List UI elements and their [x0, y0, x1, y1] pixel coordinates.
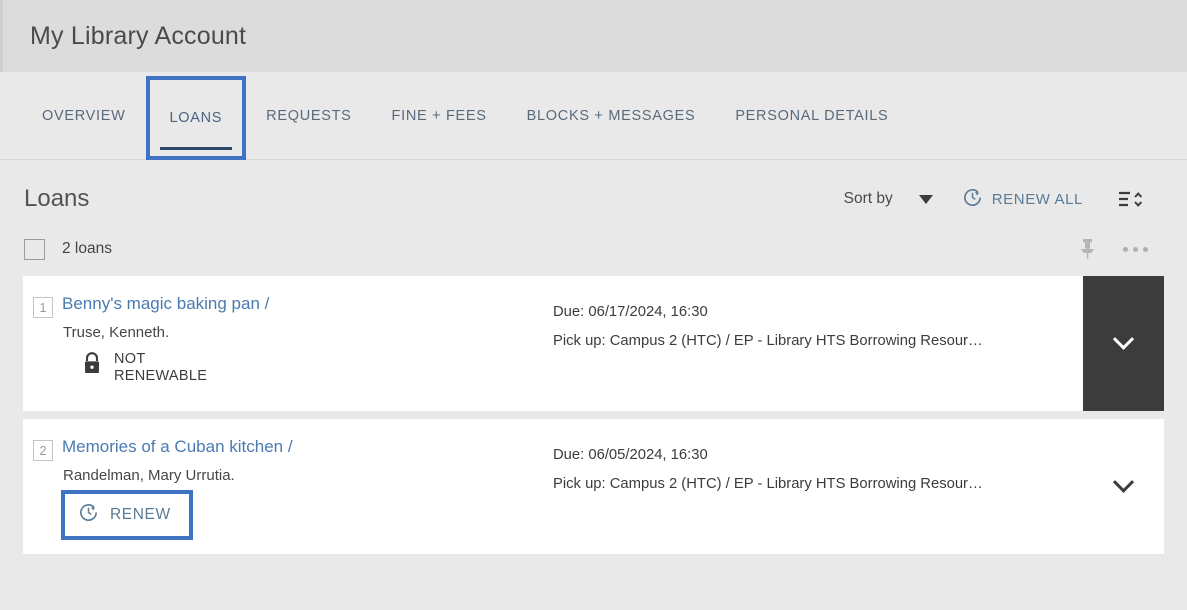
- loan-pickup-location: Pick up: Campus 2 (HTC) / EP - Library H…: [553, 332, 983, 349]
- expand-row-button[interactable]: [1083, 419, 1164, 554]
- pin-icon[interactable]: [1067, 234, 1107, 264]
- item-number-badge: 1: [33, 297, 53, 318]
- loan-title-line: 1 Benny's magic baking pan /: [33, 294, 553, 318]
- tab-requests[interactable]: REQUESTS: [246, 72, 371, 159]
- ellipsis-icon[interactable]: [1107, 234, 1163, 264]
- table-row: 1 Benny's magic baking pan / Truse, Kenn…: [23, 276, 1164, 411]
- dot: [1142, 246, 1148, 252]
- account-tabs: OVERVIEW LOANS REQUESTS FINE + FEES BLOC…: [0, 72, 1187, 160]
- loan-status-not-renewable: NOT RENEWABLE: [81, 351, 553, 385]
- tab-label: PERSONAL DETAILS: [735, 107, 889, 124]
- tab-blocks-messages[interactable]: BLOCKS + MESSAGES: [507, 72, 716, 159]
- loan-title-link[interactable]: Benny's magic baking pan /: [62, 294, 269, 314]
- dot: [1122, 246, 1128, 252]
- loan-primary-info: 1 Benny's magic baking pan / Truse, Kenn…: [23, 276, 553, 411]
- status-line-1: NOT: [114, 351, 146, 367]
- loan-meta-info: Due: 06/05/2024, 16:30 Pick up: Campus 2…: [553, 419, 1083, 554]
- tab-label: LOANS: [169, 110, 223, 126]
- tab-loans[interactable]: LOANS: [145, 76, 247, 160]
- sort-by-label: Sort by: [843, 190, 893, 207]
- tab-personal-details[interactable]: PERSONAL DETAILS: [715, 72, 908, 159]
- loans-toolbar: Loans Sort by RENEW ALL: [0, 160, 1187, 222]
- loan-author: Truse, Kenneth.: [63, 324, 170, 341]
- table-row: 2 Memories of a Cuban kitchen / Randelma…: [23, 419, 1164, 554]
- tab-fine-fees[interactable]: FINE + FEES: [372, 72, 507, 159]
- sort-list-icon[interactable]: [1113, 184, 1147, 214]
- chevron-down-icon: [918, 194, 933, 204]
- expand-row-button[interactable]: [1083, 276, 1164, 411]
- loan-title-link[interactable]: Memories of a Cuban kitchen /: [62, 437, 293, 457]
- renew-button[interactable]: RENEW: [61, 490, 193, 540]
- select-all-row: 2 loans: [0, 222, 1187, 276]
- app-header: My Library Account: [0, 0, 1187, 72]
- loan-primary-info: 2 Memories of a Cuban kitchen / Randelma…: [23, 419, 553, 554]
- tab-label: OVERVIEW: [42, 107, 126, 124]
- tab-label: BLOCKS + MESSAGES: [526, 107, 696, 124]
- sort-by-dropdown[interactable]: Sort by: [844, 190, 957, 208]
- loans-count-label: 2 loans: [62, 240, 112, 257]
- loan-pickup-location: Pick up: Campus 2 (HTC) / EP - Library H…: [553, 475, 983, 492]
- loan-meta-info: Due: 06/17/2024, 16:30 Pick up: Campus 2…: [553, 276, 1083, 411]
- item-number-badge: 2: [33, 440, 53, 461]
- toolbar-actions: Sort by RENEW ALL: [844, 184, 1163, 214]
- loan-due-date: Due: 06/05/2024, 16:30: [553, 447, 708, 463]
- clock-renew-icon: [77, 501, 100, 529]
- loans-list: 1 Benny's magic baking pan / Truse, Kenn…: [0, 276, 1187, 554]
- select-all-checkbox[interactable]: [24, 238, 45, 260]
- loan-title-line: 2 Memories of a Cuban kitchen /: [33, 437, 553, 461]
- tab-label: REQUESTS: [266, 107, 352, 124]
- renew-all-button[interactable]: RENEW ALL: [957, 186, 1113, 213]
- row-action-icons: [1067, 234, 1163, 264]
- page-title: My Library Account: [30, 21, 247, 50]
- renew-all-label: RENEW ALL: [991, 190, 1083, 208]
- renew-button-label: RENEW: [110, 506, 171, 523]
- section-title: Loans: [24, 185, 90, 212]
- status-badge: NOT RENEWABLE: [114, 351, 207, 385]
- clock-renew-icon: [961, 186, 984, 213]
- chevron-down-icon: [1112, 328, 1135, 350]
- chevron-down-icon: [1112, 471, 1135, 493]
- dot: [1132, 246, 1138, 252]
- lock-icon: [81, 351, 103, 381]
- tab-label: FINE + FEES: [391, 107, 487, 124]
- status-line-2: RENEWABLE: [114, 368, 208, 385]
- tab-active-underline: [159, 147, 233, 150]
- loan-due-date: Due: 06/17/2024, 16:30: [553, 304, 708, 320]
- loan-author: Randelman, Mary Urrutia.: [63, 467, 235, 484]
- tab-overview[interactable]: OVERVIEW: [22, 72, 146, 159]
